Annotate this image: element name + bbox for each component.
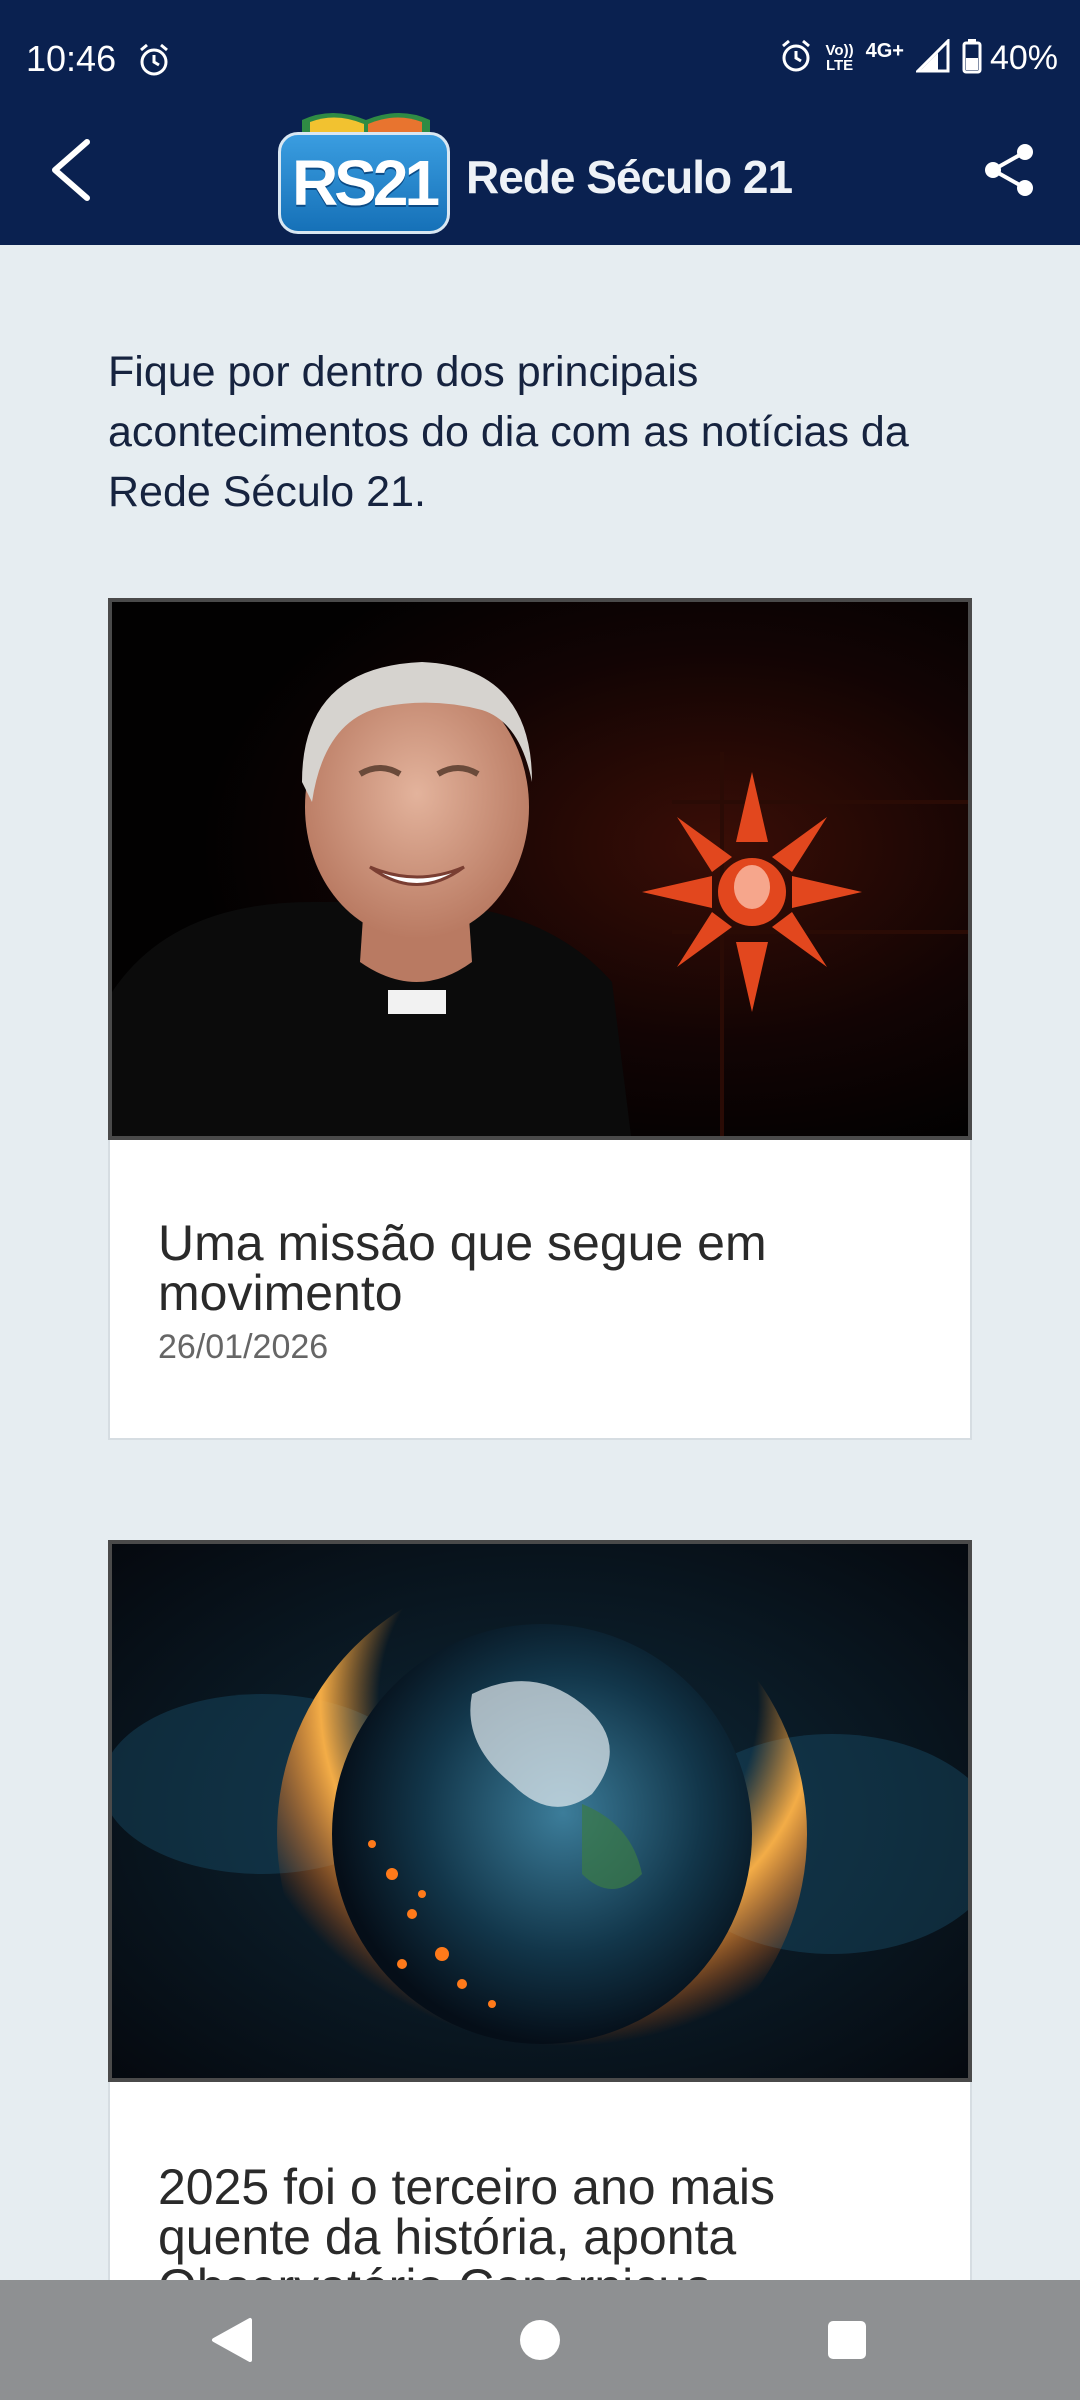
alarm-icon <box>136 42 172 83</box>
signal-icon <box>914 36 950 78</box>
nav-back-icon <box>212 2318 252 2362</box>
logo-badge: RS21 <box>278 132 450 234</box>
nav-back-button[interactable] <box>200 2308 264 2372</box>
volte-bottom: LTE <box>825 57 854 74</box>
status-time: 10:46 <box>26 38 117 79</box>
status-icons: Vo)) LTE 4G+ 40% <box>778 36 1058 80</box>
intro-text: Fique por dentro dos principais aconteci… <box>108 348 909 516</box>
nav-recents-button[interactable] <box>815 2308 879 2372</box>
back-arrow-icon <box>52 139 90 201</box>
news-card[interactable]: Uma missão que segue em movimento 26/01/… <box>108 598 972 1440</box>
alarm-icon <box>778 38 814 79</box>
news-image-earth[interactable] <box>108 1540 972 2082</box>
volte-indicator: Vo)) LTE <box>826 43 854 73</box>
nav-home-icon <box>520 2320 560 2360</box>
app-logo: RS21 Rede Século 21 <box>278 102 818 237</box>
battery-icon <box>962 38 982 79</box>
battery-level: 40% <box>989 38 1058 77</box>
back-button[interactable] <box>40 130 100 210</box>
news-title[interactable]: Uma missão que segue em movimento <box>158 1218 970 1318</box>
logo-text: Rede Século 21 <box>466 151 793 203</box>
news-card[interactable]: 2025 foi o terceiro ano mais quente da h… <box>108 1540 972 2312</box>
share-button[interactable] <box>974 135 1044 205</box>
network-type: 4G+ <box>865 39 904 62</box>
system-navigation-bar <box>0 2280 1080 2400</box>
share-icon <box>985 144 1033 196</box>
app-header: 10:46 Vo)) LTE 4G+ 40% RS21 Rede Século … <box>0 0 1080 245</box>
nav-recents-icon <box>828 2321 866 2359</box>
news-date: 26/01/2026 <box>158 1328 329 1366</box>
nav-home-button[interactable] <box>508 2308 572 2372</box>
news-image-priest[interactable] <box>108 598 972 1140</box>
